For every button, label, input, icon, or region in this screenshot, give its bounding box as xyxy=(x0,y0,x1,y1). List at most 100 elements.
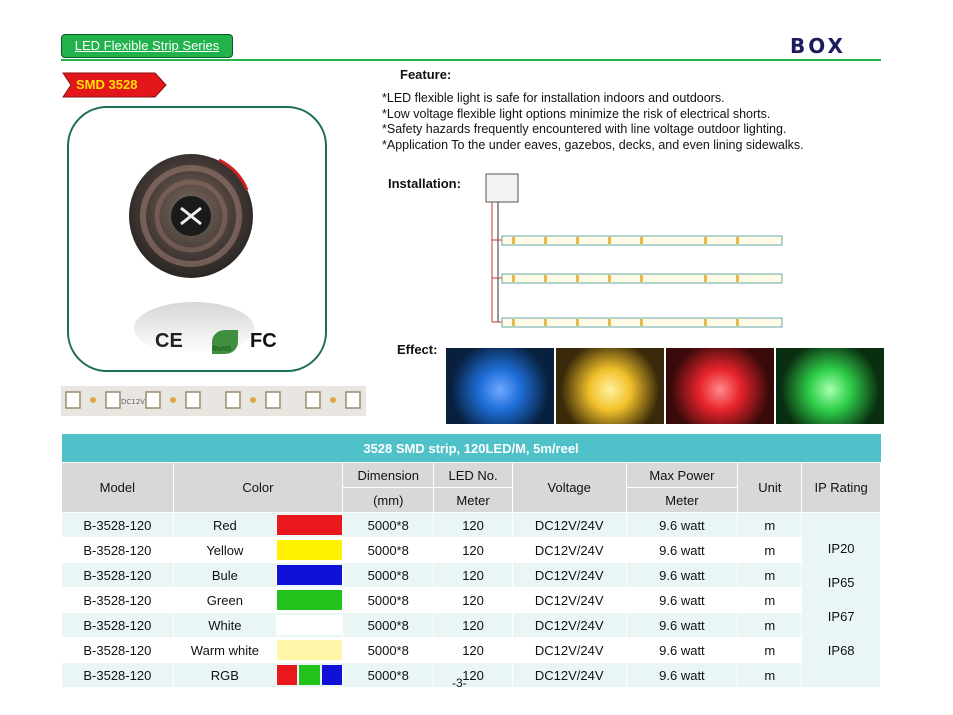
cell-color: Green xyxy=(172,587,278,613)
header-dimension: Dimension xyxy=(342,462,435,488)
cell-dimension: 5000*8 xyxy=(342,637,435,663)
cell-color: Warm white xyxy=(172,637,278,663)
installation-wiring-diagram xyxy=(485,173,783,328)
table-row: B-3528-120 Warm white 5000*8 120 DC12V/24V 9.… xyxy=(61,637,881,663)
swatch-block xyxy=(299,665,320,685)
color-swatch xyxy=(276,637,344,663)
color-swatch xyxy=(276,537,344,563)
table-row: B-3528-120 Green 5000*8 120 DC12V/24V 9.6 wat… xyxy=(61,587,881,613)
page-number: -3- xyxy=(452,676,467,690)
cell-led-no: 120 xyxy=(433,537,513,563)
cell-unit: m xyxy=(737,637,803,663)
cell-color: Yellow xyxy=(172,537,278,563)
swatch-block xyxy=(277,665,298,685)
cell-max-power: 9.6 watt xyxy=(625,537,739,563)
cell-color: Red xyxy=(172,512,278,538)
effect-image-yellow xyxy=(556,348,664,424)
cell-led-no: 120 xyxy=(433,587,513,613)
cell-model: B-3528-120 xyxy=(61,562,174,588)
header-dimension-unit: (mm) xyxy=(342,487,435,513)
swatch-block xyxy=(277,565,343,585)
cell-led-no: 120 xyxy=(433,662,513,688)
cell-color: RGB xyxy=(172,662,278,688)
cell-dimension: 5000*8 xyxy=(342,512,435,538)
header-led-unit: Meter xyxy=(433,487,513,513)
cell-max-power: 9.6 watt xyxy=(625,612,739,638)
swatch-block xyxy=(321,665,343,685)
cell-unit: m xyxy=(737,587,803,613)
color-swatch xyxy=(276,612,344,638)
header-max-power: Max Power xyxy=(625,462,739,488)
feature-line: *Safety hazards frequently encountered w… xyxy=(382,122,787,136)
ip-rating-value: IP20 xyxy=(827,541,855,556)
cell-dimension: 5000*8 xyxy=(342,662,435,688)
strip-voltage-label: DC12V xyxy=(121,398,145,406)
product-photo-frame xyxy=(67,106,327,372)
effect-image-red xyxy=(666,348,774,424)
cell-unit: m xyxy=(737,562,803,588)
led-reel-image xyxy=(129,154,254,354)
certification-marks: CE xyxy=(155,330,183,353)
effect-image-green xyxy=(776,348,884,424)
swatch-block xyxy=(277,515,343,535)
cell-led-no: 120 xyxy=(433,637,513,663)
cell-voltage: DC12V/24V xyxy=(511,662,627,688)
effect-title: Effect: xyxy=(397,342,438,357)
series-label: LED Flexible Strip Series xyxy=(61,34,233,58)
cell-led-no: 120 xyxy=(433,512,513,538)
product-tag: SMD 3528 xyxy=(76,77,138,92)
fc-mark: FC xyxy=(250,330,277,352)
feature-title: Feature: xyxy=(400,67,452,82)
color-swatch xyxy=(276,562,344,588)
swatch-block xyxy=(277,615,343,635)
header-model: Model xyxy=(61,462,174,513)
cell-model: B-3528-120 xyxy=(61,587,174,613)
header-power-unit: Meter xyxy=(625,487,739,513)
table-title: 3528 SMD strip, 120LED/M, 5m/reel xyxy=(61,434,881,463)
header-unit: Unit xyxy=(737,462,803,513)
cell-voltage: DC12V/24V xyxy=(511,587,627,613)
cell-color: White xyxy=(172,612,278,638)
cell-dimension: 5000*8 xyxy=(342,587,435,613)
cell-ip-rating: IP20 IP65 IP67 IP68 xyxy=(801,512,881,688)
cell-unit: m xyxy=(737,662,803,688)
effect-image-blue xyxy=(446,348,554,424)
header-ip-rating: IP Rating xyxy=(801,462,881,513)
cell-voltage: DC12V/24V xyxy=(511,637,627,663)
ip-rating-value: IP68 xyxy=(827,643,855,658)
color-swatch xyxy=(276,587,344,613)
cell-dimension: 5000*8 xyxy=(342,562,435,588)
cell-voltage: DC12V/24V xyxy=(511,612,627,638)
spec-table: 3528 SMD strip, 120LED/M, 5m/reel Model … xyxy=(61,434,881,688)
cell-model: B-3528-120 xyxy=(61,637,174,663)
table-row: B-3528-120 Bule 5000*8 120 DC12V/24V 9.6 watt… xyxy=(61,562,881,588)
cell-unit: m xyxy=(737,512,803,538)
header-color: Color xyxy=(172,462,344,513)
cell-voltage: DC12V/24V xyxy=(511,512,627,538)
ip-rating-value: IP67 xyxy=(827,609,855,624)
table-row: B-3528-120 White 5000*8 120 DC12V/24V 9.6 wat… xyxy=(61,612,881,638)
ip-rating-value: IP65 xyxy=(827,575,855,590)
color-swatch xyxy=(276,512,344,538)
cell-voltage: DC12V/24V xyxy=(511,562,627,588)
led-strip-closeup: DC12V xyxy=(61,386,366,416)
cell-max-power: 9.6 watt xyxy=(625,512,739,538)
feature-line: *LED flexible light is safe for installa… xyxy=(382,91,725,105)
feature-line: *Low voltage flexible light options mini… xyxy=(382,106,771,121)
cell-model: B-3528-120 xyxy=(61,537,174,563)
swatch-block xyxy=(277,640,343,660)
cell-max-power: 9.6 watt xyxy=(625,587,739,613)
table-row: B-3528-120 Red 5000*8 120 DC12V/24V 9.6 watt m… xyxy=(61,512,881,688)
cell-led-no: 120 xyxy=(433,562,513,588)
cell-max-power: 9.6 watt xyxy=(625,637,739,663)
header-divider xyxy=(61,59,881,61)
table-row: B-3528-120 Yellow 5000*8 120 DC12V/24V 9.6 wa… xyxy=(61,537,881,563)
cell-model: B-3528-120 xyxy=(61,512,174,538)
feature-list: *LED flexible light is safe for installa… xyxy=(382,91,804,153)
header-voltage: Voltage xyxy=(511,462,627,513)
swatch-block xyxy=(277,590,343,610)
swatch-block xyxy=(277,540,343,560)
cell-unit: m xyxy=(737,537,803,563)
ce-mark: CE xyxy=(155,330,183,352)
cell-color: Bule xyxy=(172,562,278,588)
